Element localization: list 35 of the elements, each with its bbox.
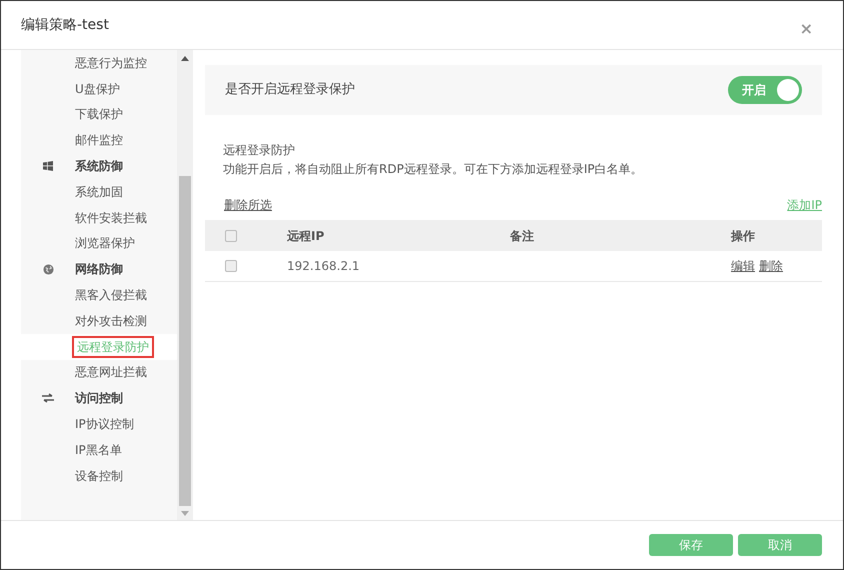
sidebar-group-label: 网络防御 xyxy=(75,261,123,278)
sidebar-item[interactable]: IP黑名单 xyxy=(72,440,125,459)
sidebar-group-label: 访问控制 xyxy=(75,390,123,408)
row-action-link[interactable]: 删除 xyxy=(759,257,783,275)
column-header: 远程IP xyxy=(287,228,326,244)
globe-icon xyxy=(42,264,54,275)
sidebar-item[interactable]: 黑客入侵拦截 xyxy=(72,286,150,304)
sidebar-item[interactable]: 邮件监控 xyxy=(72,131,126,150)
toggle-label: 是否开启远程登录保护 xyxy=(225,81,355,100)
column-header: 备注 xyxy=(510,228,535,244)
description-text: 功能开启后，将自动阻止所有RDP远程登录。可在下方添加远程登录IP白名单。 xyxy=(223,161,644,178)
windows-icon xyxy=(43,161,53,172)
scroll-down-icon[interactable] xyxy=(181,511,189,516)
sidebar-item[interactable]: 系统加固 xyxy=(72,182,126,201)
sidebar-item[interactable]: 对外攻击检测 xyxy=(72,312,150,330)
column-header: 操作 xyxy=(731,228,756,244)
sidebar-item[interactable]: 浏览器保护 xyxy=(72,234,138,252)
table-cell-text: 192.168.2.1 xyxy=(287,258,361,275)
sidebar-item[interactable]: 设备控制 xyxy=(72,466,126,485)
row-action-link[interactable]: 编辑 xyxy=(731,257,755,275)
sidebar-item[interactable]: 恶意行为监控 xyxy=(72,54,150,72)
checkbox[interactable] xyxy=(225,230,237,242)
transfer-icon xyxy=(42,393,54,404)
section-title: 远程登录防护 xyxy=(223,142,296,159)
sidebar-group-label: 系统防御 xyxy=(75,158,123,176)
scrollbar-thumb[interactable] xyxy=(179,176,191,506)
sidebar-item[interactable]: IP协议控制 xyxy=(72,415,137,434)
sidebar-item[interactable]: U盘保护 xyxy=(72,80,123,98)
scroll-up-icon[interactable] xyxy=(181,56,189,61)
sidebar-item[interactable]: 恶意网址拦截 xyxy=(72,363,150,382)
delete-selected-link[interactable]: 删除所选 xyxy=(224,196,272,214)
sidebar-item[interactable]: 软件安装拦截 xyxy=(72,208,150,227)
checkbox[interactable] xyxy=(225,260,237,272)
sidebar-item[interactable]: 下载保护 xyxy=(72,105,126,124)
window-title: 编辑策略-test xyxy=(21,16,109,34)
